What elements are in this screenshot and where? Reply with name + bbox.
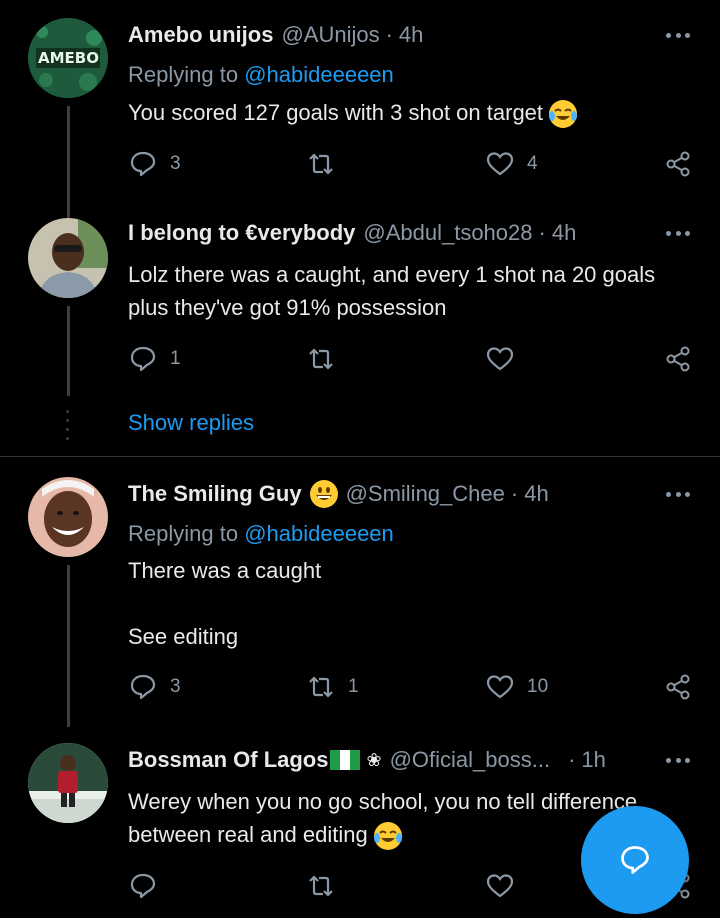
avatar[interactable] (28, 743, 108, 823)
more-options-icon[interactable] (666, 20, 690, 50)
reply-count: 3 (170, 153, 181, 174)
like-button[interactable] (485, 339, 515, 379)
reply-button[interactable]: 3 (128, 144, 181, 184)
replying-to-handle[interactable]: @habideeeeen (244, 521, 394, 546)
timestamp[interactable]: 4h (399, 22, 423, 48)
retweet-button[interactable] (306, 866, 336, 906)
like-count: 10 (527, 676, 549, 697)
retweet-icon (309, 676, 333, 698)
time-separator: · (538, 220, 546, 245)
avatar-logo-text: AMEBO (38, 49, 99, 67)
tweet-text-line-1: There was a caught (128, 558, 322, 583)
like-count: 4 (527, 153, 538, 174)
reply-icon (130, 674, 156, 700)
tweet-amebo[interactable]: AMEBO Amebo unijos @AUnijos · 4h Replyin… (0, 18, 720, 226)
display-name[interactable]: I belong to €verybody (128, 220, 355, 246)
tweet-i-belong[interactable]: I belong to €verybody @Abdul_tsoho28 · 4… (0, 216, 720, 396)
like-button[interactable] (485, 866, 515, 906)
like-button[interactable]: 10 (485, 667, 548, 707)
share-icon (666, 674, 690, 700)
share-icon (666, 346, 690, 372)
avatar-image (28, 477, 108, 557)
reply-count: 1 (170, 348, 181, 369)
tweet-text-content: You scored 127 goals with 3 shot on targ… (128, 100, 544, 125)
user-handle[interactable]: @Smiling_Chee (346, 481, 505, 507)
flower-icon: ❀ (366, 749, 382, 770)
timestamp[interactable]: 1h (581, 747, 605, 773)
retweet-icon (309, 153, 333, 175)
grinning-face-icon (309, 480, 338, 508)
reply-button[interactable]: 1 (128, 339, 181, 379)
heart-icon (486, 347, 514, 371)
tweet-smiling-guy[interactable]: The Smiling Guy @Smiling_Chee · 4h Reply… (0, 477, 720, 727)
replying-to: Replying to @habideeeeen (128, 62, 394, 88)
tweet-text-line-2: See editing (128, 624, 239, 649)
show-replies-link[interactable]: Show replies (128, 410, 254, 436)
tweet-actions: 3 4 (128, 144, 693, 184)
like-button[interactable]: 4 (485, 144, 538, 184)
thread-line (67, 306, 70, 396)
replying-to-handle[interactable]: @habideeeeen (244, 62, 394, 87)
nigeria-flag-icon (330, 750, 361, 770)
tweet-text: You scored 127 goals with 3 shot on targ… (128, 96, 698, 129)
compose-reply-button[interactable] (581, 806, 689, 914)
retweet-button[interactable] (306, 339, 336, 379)
share-button[interactable] (663, 667, 693, 707)
retweet-button[interactable] (306, 144, 336, 184)
share-button[interactable] (663, 144, 693, 184)
retweet-count: 1 (348, 676, 359, 697)
face-with-tears-of-joy-icon (373, 822, 402, 851)
user-handle[interactable]: @AUnijos (281, 22, 379, 48)
display-name[interactable]: Amebo unijos (128, 22, 273, 48)
reply-icon (130, 873, 156, 899)
heart-icon (486, 152, 514, 176)
tweet-header: The Smiling Guy @Smiling_Chee · 4h (128, 477, 549, 511)
time-separator: · (510, 481, 519, 506)
retweet-icon (309, 875, 333, 897)
display-name[interactable]: The Smiling Guy (128, 481, 302, 507)
time-separator: · (385, 22, 393, 47)
time-separator: · (568, 747, 576, 772)
retweet-icon (309, 348, 333, 370)
user-handle[interactable]: @Abdul_tsoho28 (363, 220, 532, 246)
tweet-header: Bossman Of Lagos ❀ @Oficial_boss... · 1h (128, 743, 606, 777)
thread-line (67, 565, 70, 727)
tweet-text: Lolz there was a caught, and every 1 sho… (128, 262, 656, 320)
timestamp[interactable]: 4h (524, 481, 548, 507)
avatar[interactable] (28, 477, 108, 557)
timestamp[interactable]: 4h (552, 220, 576, 246)
user-handle[interactable]: @Oficial_boss... (390, 747, 551, 773)
retweet-button[interactable]: 1 (306, 667, 359, 707)
tweet-actions: 1 (128, 339, 693, 379)
reply-button[interactable] (128, 866, 158, 906)
reply-icon (130, 151, 156, 177)
replying-to-label: Replying to (128, 62, 239, 87)
thread-line (67, 106, 70, 226)
face-with-tears-of-joy-icon (549, 100, 578, 129)
divider (0, 456, 720, 457)
tweet-actions: 3 1 10 (128, 667, 693, 707)
reply-button[interactable]: 3 (128, 667, 181, 707)
reply-count: 3 (170, 676, 181, 697)
compose-reply-icon (621, 846, 649, 874)
share-icon (666, 151, 690, 177)
share-button[interactable] (663, 339, 693, 379)
more-options-icon[interactable] (666, 479, 690, 509)
avatar-image (28, 743, 108, 823)
more-options-icon[interactable] (666, 218, 690, 248)
avatar[interactable] (28, 218, 108, 298)
avatar[interactable]: AMEBO (28, 18, 108, 98)
replying-to: Replying to @habideeeeen (128, 521, 394, 547)
replying-to-label: Replying to (128, 521, 239, 546)
tweet-header: I belong to €verybody @Abdul_tsoho28 · 4… (128, 216, 576, 250)
tweet-header: Amebo unijos @AUnijos · 4h (128, 18, 423, 52)
avatar-image (28, 218, 108, 298)
thread-continuation-dots (66, 410, 70, 440)
more-options-icon[interactable] (666, 745, 690, 775)
heart-icon (486, 874, 514, 898)
reply-icon (130, 346, 156, 372)
heart-icon (486, 675, 514, 699)
display-name[interactable]: Bossman Of Lagos (128, 747, 328, 773)
